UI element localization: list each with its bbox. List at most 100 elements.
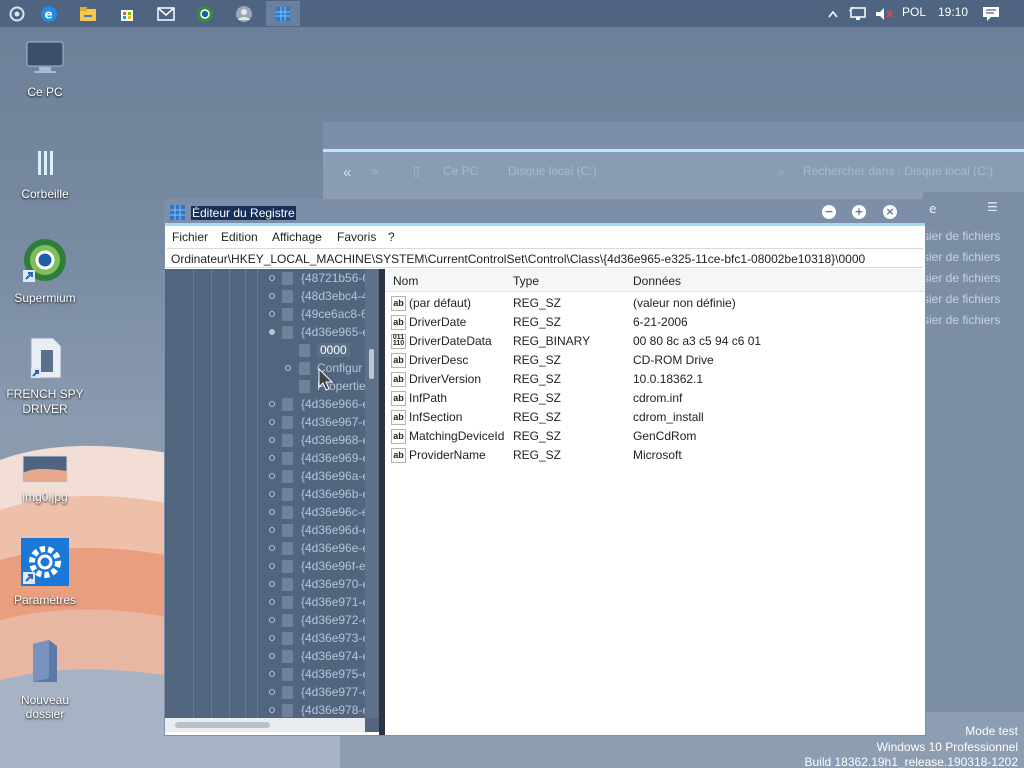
tree-item[interactable]: {4d36e96e-e [165,539,379,557]
tree-item[interactable]: {4d36e967-e [165,413,379,431]
image-file-icon [22,455,68,483]
tree-item[interactable]: {4d36e96a-e [165,467,379,485]
scrollbar-thumb[interactable] [175,722,270,728]
tree-item[interactable]: {49ce6ac8-6 [165,305,379,323]
desktop-icon-ce-pc[interactable]: Ce PC [0,40,90,99]
action-center-icon[interactable] [976,1,1006,26]
tree-item[interactable]: {4d36e973-e [165,629,379,647]
tree-item[interactable]: {4d36e972-e [165,611,379,629]
tree-item[interactable]: Configur [165,359,379,377]
key-tree-pane[interactable]: {48721b56-6 {48d3ebc4-4 {49ce6ac8-6 {4d3… [165,269,379,732]
tree-item[interactable]: {48d3ebc4-4 [165,287,379,305]
tree-item-selected[interactable]: 0000 [165,341,379,359]
explorer-breadcrumb-1[interactable]: Ce PC [443,164,478,178]
folder-small-icon: ▯ [413,164,420,178]
column-header-type[interactable]: Type [513,274,539,288]
table-row[interactable]: 011 110 DriverDateData REG_BINARY 00 80 8… [385,332,925,351]
binary-value-icon: 011 110 [391,334,406,349]
taskbar-mail[interactable] [149,1,183,26]
explorer-search-input[interactable]: Rechercher dans : Disque local (C:) [803,164,993,178]
desktop-icon-label: Paramètres [13,593,77,607]
view-options-icon[interactable]: ☰ [987,200,998,214]
list-item[interactable]: sier de fichiers [923,226,1024,247]
menu-affichage[interactable]: Affichage [272,230,322,244]
table-row[interactable]: ab (par défaut) REG_SZ (valeur non défin… [385,294,925,313]
list-item[interactable]: sier de fichiers [923,310,1024,331]
start-button[interactable] [0,1,34,26]
desktop-icon-corbeille[interactable]: Corbeille [0,148,90,201]
string-value-icon: ab [391,410,406,425]
table-row[interactable]: ab DriverDesc REG_SZ CD-ROM Drive [385,351,925,370]
watermark-line-3: Build 18362.19h1_release.190318-1202 [804,755,1018,768]
close-button[interactable]: × [883,205,897,219]
taskbar-app-globe[interactable] [227,1,261,26]
volume-muted-icon[interactable] [871,1,897,26]
scrollbar-thumb[interactable] [369,349,374,379]
tree-item[interactable]: Propertie [165,377,379,395]
menu-help[interactable]: ? [388,230,395,244]
registry-editor-window[interactable]: Éditeur du Registre − + × Fichier Editio… [165,200,925,735]
tree-vertical-scrollbar[interactable] [365,269,378,718]
network-icon[interactable] [845,1,871,26]
back-arrow-icon[interactable]: « [343,164,351,181]
tree-item[interactable]: {4d36e970-e [165,575,379,593]
table-row[interactable]: ab ProviderName REG_SZ Microsoft [385,446,925,465]
tree-horizontal-scrollbar[interactable] [165,718,365,732]
watermark-line-2: Windows 10 Professionnel [876,740,1018,754]
table-row[interactable]: ab DriverVersion REG_SZ 10.0.18362.1 [385,370,925,389]
tree-item[interactable]: {48721b56-6 [165,269,379,287]
column-header-data[interactable]: Données [633,274,681,288]
tree-item[interactable]: {4d36e977-e [165,683,379,701]
taskbar-regedit[interactable] [266,1,300,26]
desktop-icon-nouveau-dossier[interactable]: Nouveau dossier [0,638,90,721]
clock[interactable]: 19:10 [938,5,968,19]
regedit-title-bar[interactable]: Éditeur du Registre − + × [165,200,925,225]
taskbar-edge[interactable]: e [32,1,66,26]
tree-item[interactable]: {4d36e975-e [165,665,379,683]
menu-favoris[interactable]: Favoris [337,230,376,244]
table-row[interactable]: ab InfPath REG_SZ cdrom.inf [385,389,925,408]
desktop-icon-french-spy-driver[interactable]: FRENCH SPY DRIVER [0,336,90,417]
desktop-icon-supermium[interactable]: Supermium [0,236,90,305]
tree-item[interactable]: {4d36e96b-e [165,485,379,503]
desktop-icon-label: Corbeille [21,187,69,201]
table-row[interactable]: ab MatchingDeviceId REG_SZ GenCdRom [385,427,925,446]
desktop-icon-img0[interactable]: img0.jpg [0,455,90,504]
tree-item[interactable]: {4d36e968-e [165,431,379,449]
registry-editor-icon [170,205,185,220]
minimize-button[interactable]: − [822,205,836,219]
column-header-name[interactable]: Nom [393,274,418,288]
tree-item[interactable]: {4d36e969-e [165,449,379,467]
explorer-column-fragment: e [929,202,937,216]
tree-item[interactable]: {4d36e96d-e [165,521,379,539]
tree-item[interactable]: {4d36e966-e [165,395,379,413]
taskbar-store[interactable] [110,1,144,26]
tree-item[interactable]: {4d36e96c-e [165,503,379,521]
explorer-breadcrumb-2[interactable]: Disque local (C:) [508,164,597,178]
tree-item[interactable]: {4d36e974-e [165,647,379,665]
maximize-button[interactable]: + [852,205,866,219]
tree-item[interactable]: {4d36e96f-e [165,557,379,575]
language-indicator[interactable]: POL [902,5,926,19]
desktop-icon-label: img0.jpg [22,490,68,504]
values-list-pane[interactable]: Nom Type Données ab (par défaut) REG_SZ … [385,269,925,732]
tree-item[interactable]: {4d36e971-e [165,593,379,611]
taskbar-file-explorer[interactable] [71,1,105,26]
tree-item[interactable]: {4d36e978-e [165,701,379,719]
menu-edition[interactable]: Edition [221,230,258,244]
menu-fichier[interactable]: Fichier [172,230,208,244]
taskbar-supermium[interactable] [188,1,222,26]
forward-arrow-icon[interactable]: » [371,164,378,178]
desktop-icon-parametres[interactable]: Paramètres [0,538,90,607]
address-bar[interactable]: Ordinateur\HKEY_LOCAL_MACHINE\SYSTEM\Cur… [167,248,923,268]
table-row[interactable]: ab InfSection REG_SZ cdrom_install [385,408,925,427]
list-header: Nom Type Données [385,269,925,292]
list-item[interactable]: sier de fichiers [923,289,1024,310]
table-row[interactable]: ab DriverDate REG_SZ 6-21-2006 [385,313,925,332]
tray-chevron-up-icon[interactable] [823,1,843,26]
mail-icon [157,6,175,21]
list-item[interactable]: sier de fichiers [923,247,1024,268]
tree-item-expanded[interactable]: {4d36e965-e [165,323,379,341]
explorer-title-bar[interactable] [323,122,1024,152]
list-item[interactable]: sier de fichiers [923,268,1024,289]
